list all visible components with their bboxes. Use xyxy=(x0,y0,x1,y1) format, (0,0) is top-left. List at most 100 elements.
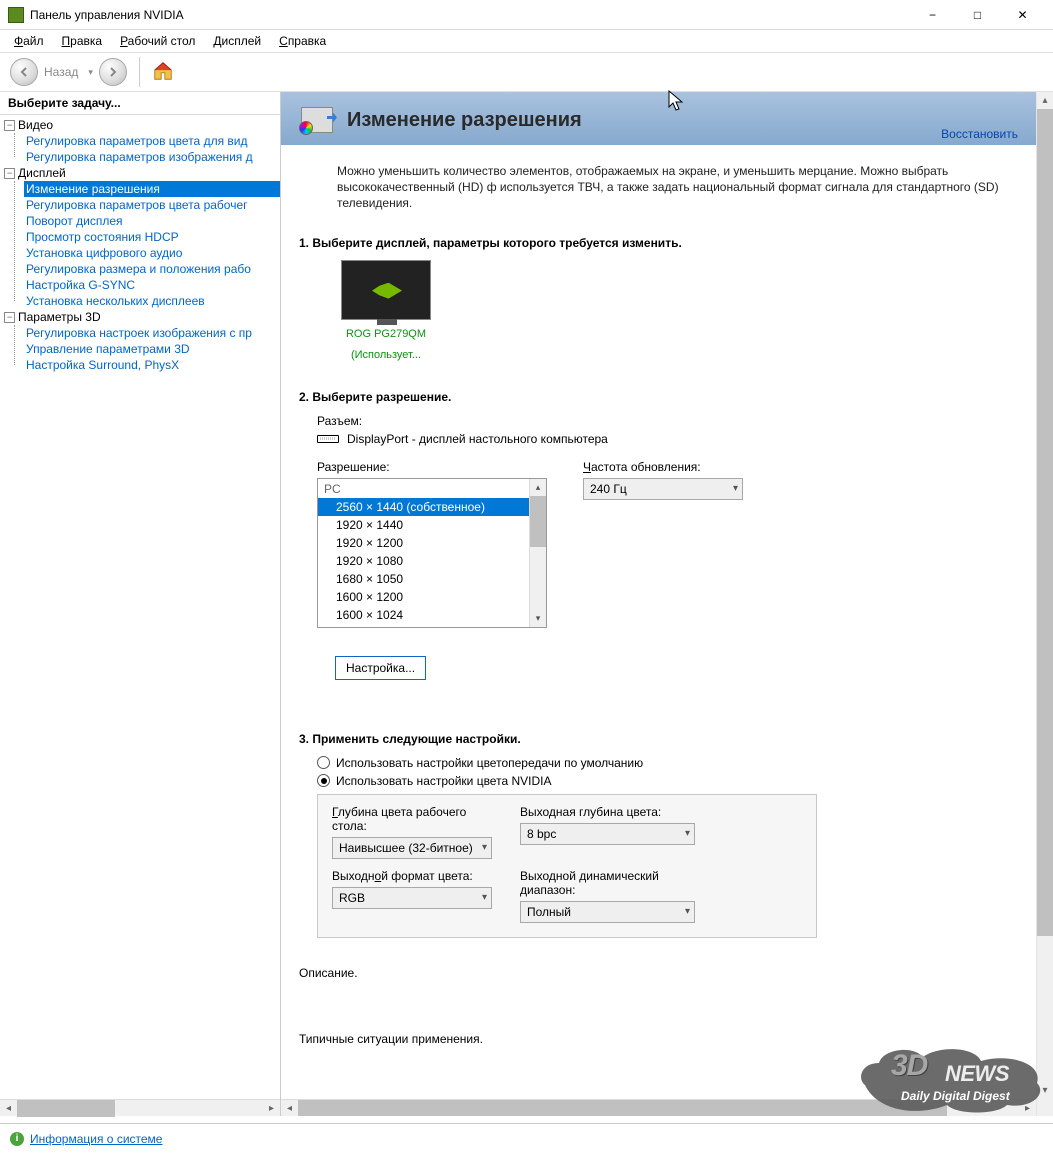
tree-cat-display[interactable]: − Дисплей xyxy=(4,165,280,181)
radio-nvidia-label: Использовать настройки цвета NVIDIA xyxy=(336,774,551,788)
menu-desktop[interactable]: Рабочий стол xyxy=(112,32,203,50)
resolution-listbox[interactable]: PC 2560 × 1440 (собственное) 1920 × 1440… xyxy=(317,478,547,628)
tree-item-video-image[interactable]: Регулировка параметров изображения д xyxy=(24,149,280,165)
arrow-right-icon xyxy=(107,66,119,78)
page-body: Можно уменьшить количество элементов, от… xyxy=(281,145,1036,1099)
close-button[interactable]: ✕ xyxy=(1000,1,1045,29)
tree-item-gsync[interactable]: Настройка G-SYNC xyxy=(24,277,280,293)
tree-item-hdcp-status[interactable]: Просмотр состояния HDCP xyxy=(24,229,280,245)
sidebar-hscrollbar[interactable]: ◂ ▸ xyxy=(0,1099,280,1116)
collapse-icon[interactable]: − xyxy=(4,120,15,131)
watermark-3d: 3D xyxy=(891,1049,927,1083)
scroll-down-icon[interactable]: ▾ xyxy=(530,610,546,627)
output-depth-label: Выходная глубина цвета: xyxy=(520,805,695,819)
connector-label: Разъем: xyxy=(317,414,1018,428)
restore-link[interactable]: Восстановить xyxy=(941,127,1018,141)
refresh-rate-label: Частота обновления: xyxy=(583,460,743,474)
collapse-icon[interactable]: − xyxy=(4,168,15,179)
resolution-row: Разрешение: PC 2560 × 1440 (собственное)… xyxy=(317,460,1018,688)
color-wheel-icon xyxy=(299,121,313,135)
radio-icon xyxy=(317,774,330,787)
refresh-rate-value: 240 Гц xyxy=(590,482,727,496)
title-bar: Панель управления NVIDIA − □ ✕ xyxy=(0,0,1053,30)
resolution-option[interactable]: 1920 × 1440 xyxy=(318,516,529,534)
tree-item-multi-display[interactable]: Установка нескольких дисплеев xyxy=(24,293,280,309)
radio-default-color[interactable]: Использовать настройки цветопередачи по … xyxy=(317,756,1018,770)
page-icon xyxy=(299,105,335,137)
resolution-option[interactable]: 1600 × 1024 xyxy=(318,606,529,624)
system-info-link[interactable]: Информация о системе xyxy=(30,1132,162,1146)
scroll-thumb[interactable] xyxy=(298,1100,947,1116)
output-format-label: Выходной формат цвета: xyxy=(332,869,492,883)
menu-help[interactable]: Справка xyxy=(271,32,334,50)
step1-title: 1. Выберите дисплей, параметры которого … xyxy=(299,236,1018,250)
tree-item-3d-manage[interactable]: Управление параметрами 3D xyxy=(24,341,280,357)
connector-value: DisplayPort - дисплей настольного компью… xyxy=(347,432,608,446)
tree-item-change-resolution[interactable]: Изменение разрешения xyxy=(24,181,280,197)
tree-item-3d-image[interactable]: Регулировка настроек изображения с пр xyxy=(24,325,280,341)
scroll-left-icon[interactable]: ◂ xyxy=(281,1100,298,1116)
refresh-rate-combo[interactable]: 240 Гц ▾ xyxy=(583,478,743,500)
scroll-thumb[interactable] xyxy=(1037,109,1053,936)
chevron-down-icon: ▾ xyxy=(482,842,487,853)
tree-item-digital-audio[interactable]: Установка цифрового аудио xyxy=(24,245,280,261)
tree-item-desktop-color[interactable]: Регулировка параметров цвета рабочег xyxy=(24,197,280,213)
tree-item-video-color[interactable]: Регулировка параметров цвета для вид xyxy=(24,133,280,149)
toolbar-divider xyxy=(139,57,140,87)
tree-cat-label: Видео xyxy=(18,118,53,132)
tree-item-size-position[interactable]: Регулировка размера и положения рабо xyxy=(24,261,280,277)
nav-back-button[interactable] xyxy=(10,58,38,86)
display-sub: (Использует... xyxy=(341,349,431,362)
resolution-option[interactable]: 2560 × 1440 (собственное) xyxy=(318,498,529,516)
tree-cat-video[interactable]: − Видео xyxy=(4,117,280,133)
toolbar: Назад ▾ xyxy=(0,52,1053,92)
main-area: Выберите задачу... − Видео Регулировка п… xyxy=(0,92,1053,1116)
chevron-down-icon: ▾ xyxy=(685,828,690,839)
scroll-thumb[interactable] xyxy=(530,496,546,547)
desktop-depth-combo[interactable]: Наивысшее (32-битное) ▾ xyxy=(332,837,492,859)
task-tree: − Видео Регулировка параметров цвета для… xyxy=(0,115,280,1099)
dynamic-range-label: Выходной динамический диапазон: xyxy=(520,869,695,897)
nav-back-dropdown[interactable]: ▾ xyxy=(88,67,93,78)
watermark-sub: Daily Digital Digest xyxy=(901,1089,1010,1103)
minimize-button[interactable]: − xyxy=(910,1,955,29)
maximize-button[interactable]: □ xyxy=(955,1,1000,29)
scroll-up-icon[interactable]: ▴ xyxy=(530,479,546,496)
output-depth-combo[interactable]: 8 bpc ▾ xyxy=(520,823,695,845)
content-outer: Изменение разрешения Восстановить Можно … xyxy=(281,92,1053,1116)
collapse-icon[interactable]: − xyxy=(4,312,15,323)
window-title: Панель управления NVIDIA xyxy=(30,8,910,22)
menu-edit[interactable]: Правка xyxy=(54,32,111,50)
listbox-scrollbar[interactable]: ▴ ▾ xyxy=(529,479,546,627)
content: Изменение разрешения Восстановить Можно … xyxy=(281,92,1036,1116)
scroll-thumb[interactable] xyxy=(17,1100,115,1117)
scroll-up-icon[interactable]: ▴ xyxy=(1037,92,1053,109)
tree-item-surround-physx[interactable]: Настройка Surround, PhysX xyxy=(24,357,280,373)
resolution-option[interactable]: 1920 × 1080 xyxy=(318,552,529,570)
dynamic-range-value: Полный xyxy=(527,905,679,919)
menu-file[interactable]: Файл xyxy=(6,32,52,50)
tree-cat-3d[interactable]: − Параметры 3D xyxy=(4,309,280,325)
resolution-option[interactable]: 1920 × 1200 xyxy=(318,534,529,552)
menu-bar: Файл Правка Рабочий стол Дисплей Справка xyxy=(0,30,1053,52)
chevron-down-icon: ▾ xyxy=(685,906,690,917)
dynamic-range-combo[interactable]: Полный ▾ xyxy=(520,901,695,923)
radio-nvidia-color[interactable]: Использовать настройки цвета NVIDIA xyxy=(317,774,1018,788)
home-button[interactable] xyxy=(152,60,174,85)
resolution-option[interactable]: 1680 × 1050 xyxy=(318,570,529,588)
output-format-combo[interactable]: RGB ▾ xyxy=(332,887,492,909)
color-settings-box: Глубина цвета рабочего стола: Наивысшее … xyxy=(317,794,817,938)
resolution-option[interactable]: 1600 × 1200 xyxy=(318,588,529,606)
content-vscrollbar[interactable]: ▴ ▾ xyxy=(1036,92,1053,1116)
nvidia-logo-icon xyxy=(372,283,402,299)
display-name: ROG PG279QM xyxy=(341,328,431,341)
scroll-right-icon[interactable]: ▸ xyxy=(263,1100,280,1117)
scroll-left-icon[interactable]: ◂ xyxy=(0,1100,17,1117)
customize-button[interactable]: Настройка... xyxy=(335,656,426,680)
menu-display[interactable]: Дисплей xyxy=(205,32,269,50)
output-depth-value: 8 bpc xyxy=(527,827,679,841)
step2-title: 2. Выберите разрешение. xyxy=(299,390,1018,404)
display-thumbnail[interactable]: ROG PG279QM (Использует... xyxy=(341,260,431,362)
nav-forward-button[interactable] xyxy=(99,58,127,86)
tree-item-rotate-display[interactable]: Поворот дисплея xyxy=(24,213,280,229)
